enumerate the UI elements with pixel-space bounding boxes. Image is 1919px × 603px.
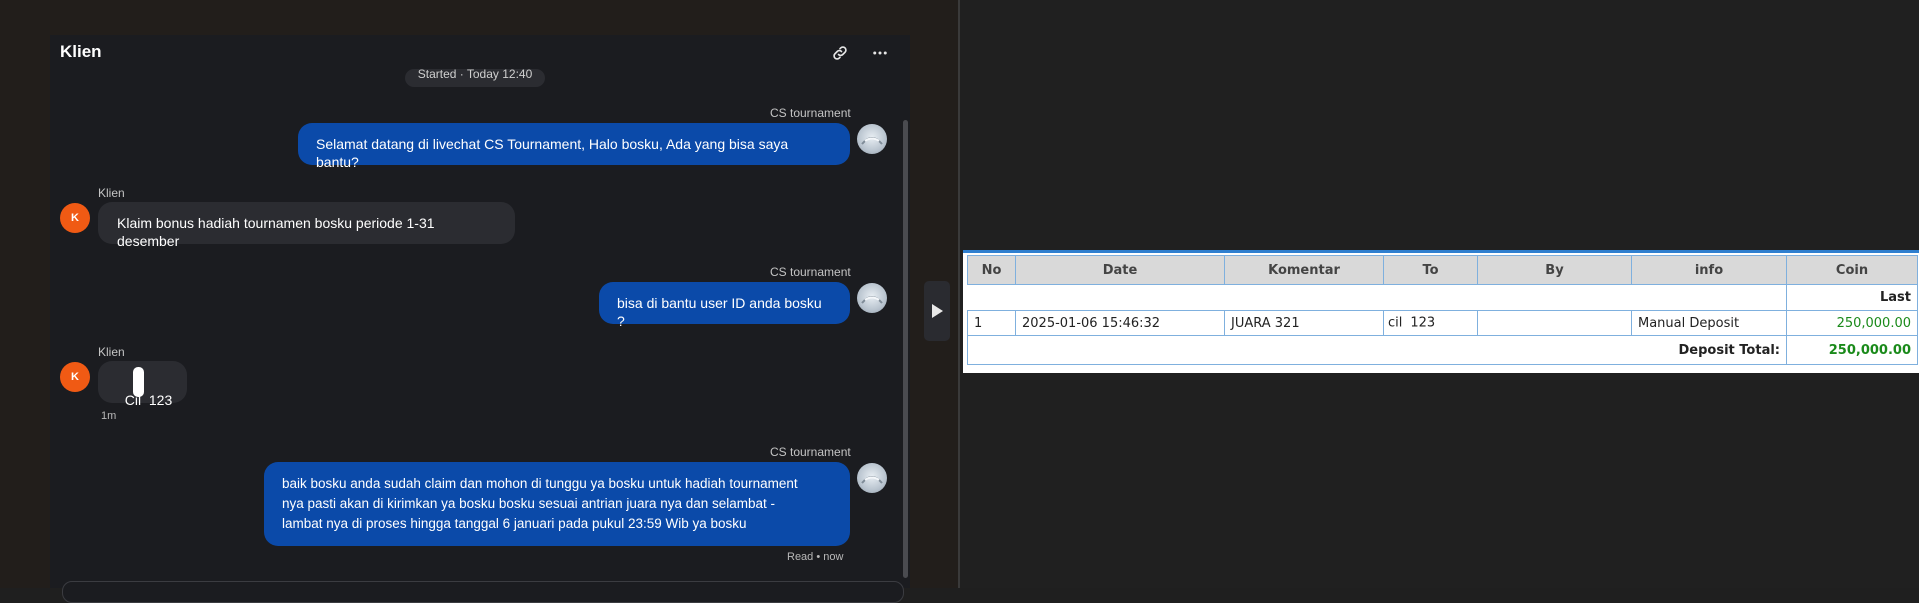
table-row[interactable]: 1 2025-01-06 15:46:32 JUARA 321 cil 123 M… (967, 310, 1918, 336)
text-cursor (133, 367, 144, 397)
client-avatar: K (60, 362, 90, 392)
client-message-bubble: Klaim bonus hadiah tournamen bosku perio… (98, 202, 515, 249)
message-line: nya pasti akan di kirimkan ya bosku bosk… (282, 496, 776, 511)
read-status: Read • now (787, 551, 844, 563)
message-input[interactable] (62, 581, 904, 603)
column-header[interactable]: Date (1015, 255, 1225, 285)
cell-to-part: cil (1388, 315, 1403, 331)
message-line: baik bosku anda sudah claim dan mohon di… (282, 476, 798, 491)
message-text: Klaim bonus hadiah tournamen bosku perio… (117, 215, 435, 249)
chat-title: Klien (60, 42, 102, 61)
message-sender: Klien (98, 186, 125, 200)
cell-komentar: JUARA 321 (1224, 310, 1384, 336)
message-sender: CS tournament (770, 265, 851, 279)
column-header[interactable]: Coin (1786, 255, 1918, 285)
play-icon[interactable] (924, 281, 950, 341)
agent-message-bubble: bisa di bantu user ID anda bosku ? (599, 282, 850, 329)
agent-message-bubble: Selamat datang di livechat CS Tournament… (298, 123, 850, 170)
message-text: Cil 123 (124, 392, 173, 408)
cell-to: cil 123 (1383, 310, 1478, 336)
cell-by (1477, 310, 1632, 336)
message-sender: Klien (98, 345, 125, 359)
deposit-table: No Date Komentar To By info Coin Last 1 … (967, 255, 1918, 365)
table-row: Last (967, 284, 1918, 311)
cell-date: 2025-01-06 15:46:32 (1015, 310, 1225, 336)
chat-scrollbar[interactable] (903, 120, 908, 578)
cell-coin: 250,000.00 (1786, 310, 1918, 336)
started-label: Started · Today 12:40 (405, 69, 545, 87)
link-icon[interactable] (828, 41, 852, 65)
column-header[interactable]: No (967, 255, 1016, 285)
message-text: Selamat datang di livechat CS Tournament… (316, 136, 789, 170)
last-label: Last (1786, 284, 1918, 311)
cell-no: 1 (967, 310, 1016, 336)
agent-message-bubble: baik bosku anda sudah claim dan mohon di… (264, 462, 850, 546)
cell-info: Manual Deposit (1631, 310, 1787, 336)
message-sender: CS tournament (770, 445, 851, 459)
more-icon[interactable] (868, 41, 892, 65)
deposit-table-panel: No Date Komentar To By info Coin Last 1 … (963, 250, 1919, 373)
column-header[interactable]: info (1631, 255, 1787, 285)
message-line: lambat nya di proses hingga tanggal 6 ja… (282, 516, 747, 531)
message-sender: CS tournament (770, 106, 851, 120)
table-cell (967, 284, 1787, 311)
column-header[interactable]: Komentar (1224, 255, 1384, 285)
message-time: 1m (101, 410, 117, 422)
agent-avatar (857, 463, 887, 493)
client-avatar: K (60, 203, 90, 233)
pane-divider[interactable] (958, 0, 960, 588)
message-text: bisa di bantu user ID anda bosku ? (617, 295, 822, 329)
deposit-total-label: Deposit Total: (967, 335, 1787, 365)
table-header-row: No Date Komentar To By info Coin (967, 255, 1918, 285)
column-header[interactable]: To (1383, 255, 1478, 285)
deposit-total-value: 250,000.00 (1786, 335, 1918, 365)
column-header[interactable]: By (1477, 255, 1632, 285)
agent-avatar (857, 283, 887, 313)
table-total-row: Deposit Total: 250,000.00 (967, 335, 1918, 365)
agent-avatar (857, 124, 887, 154)
cell-to-part: 123 (1410, 315, 1436, 331)
